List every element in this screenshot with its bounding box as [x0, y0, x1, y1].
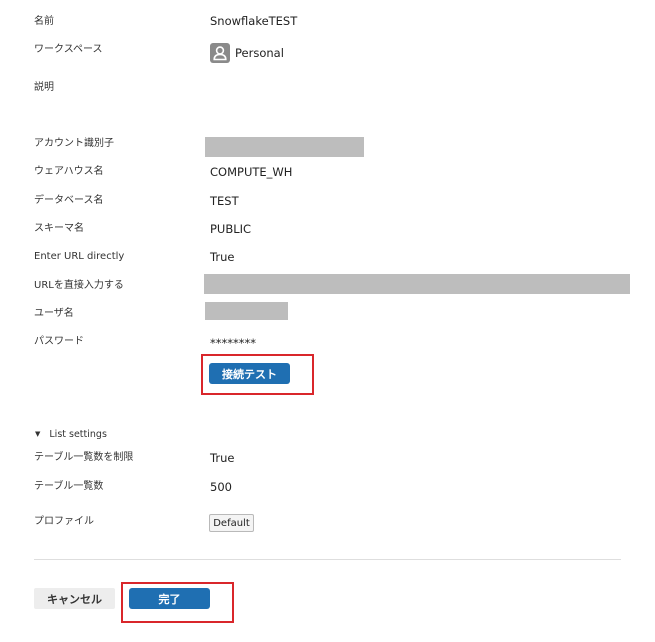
name-value: SnowflakeTEST	[210, 14, 298, 28]
password-value: ********	[210, 336, 256, 350]
cancel-button[interactable]: キャンセル	[34, 588, 115, 609]
account-id-label: アカウント識別子	[34, 138, 114, 149]
workspace-value: Personal	[235, 46, 284, 60]
profile-default-button[interactable]: Default	[209, 514, 254, 532]
table-count-value: 500	[210, 480, 232, 494]
database-label: データベース名	[34, 195, 104, 206]
limit-tables-label: テーブル一覧数を制限	[34, 452, 134, 463]
caret-down-icon: ▼	[35, 430, 41, 438]
password-label: パスワード	[34, 336, 84, 347]
schema-label: スキーマ名	[34, 223, 84, 234]
warehouse-label: ウェアハウス名	[34, 166, 104, 177]
list-settings-toggle[interactable]: ▼ List settings	[34, 427, 107, 441]
warehouse-value: COMPUTE_WH	[210, 165, 293, 179]
account-id-masked-value	[205, 137, 364, 157]
list-settings-label: List settings	[49, 428, 107, 440]
schema-value: PUBLIC	[210, 222, 252, 236]
username-label: ユーザ名	[34, 308, 74, 319]
name-label: 名前	[34, 16, 54, 27]
table-count-label: テーブル一覧数	[34, 481, 104, 492]
url-direct-masked-value	[204, 274, 630, 294]
limit-tables-value: True	[210, 451, 235, 465]
enter-url-directly-value: True	[210, 250, 235, 264]
url-direct-label: URLを直接入力する	[34, 280, 124, 291]
workspace-label: ワークスペース	[34, 44, 103, 55]
description-label: 説明	[34, 82, 54, 93]
enter-url-directly-label: Enter URL directly	[34, 251, 125, 262]
profile-label: プロファイル	[34, 516, 94, 527]
username-masked-value	[205, 302, 288, 320]
test-connection-button[interactable]: 接続テスト	[209, 363, 290, 384]
database-value: TEST	[210, 194, 239, 208]
user-icon	[210, 43, 230, 63]
footer-divider	[34, 559, 621, 560]
done-button[interactable]: 完了	[129, 588, 210, 609]
